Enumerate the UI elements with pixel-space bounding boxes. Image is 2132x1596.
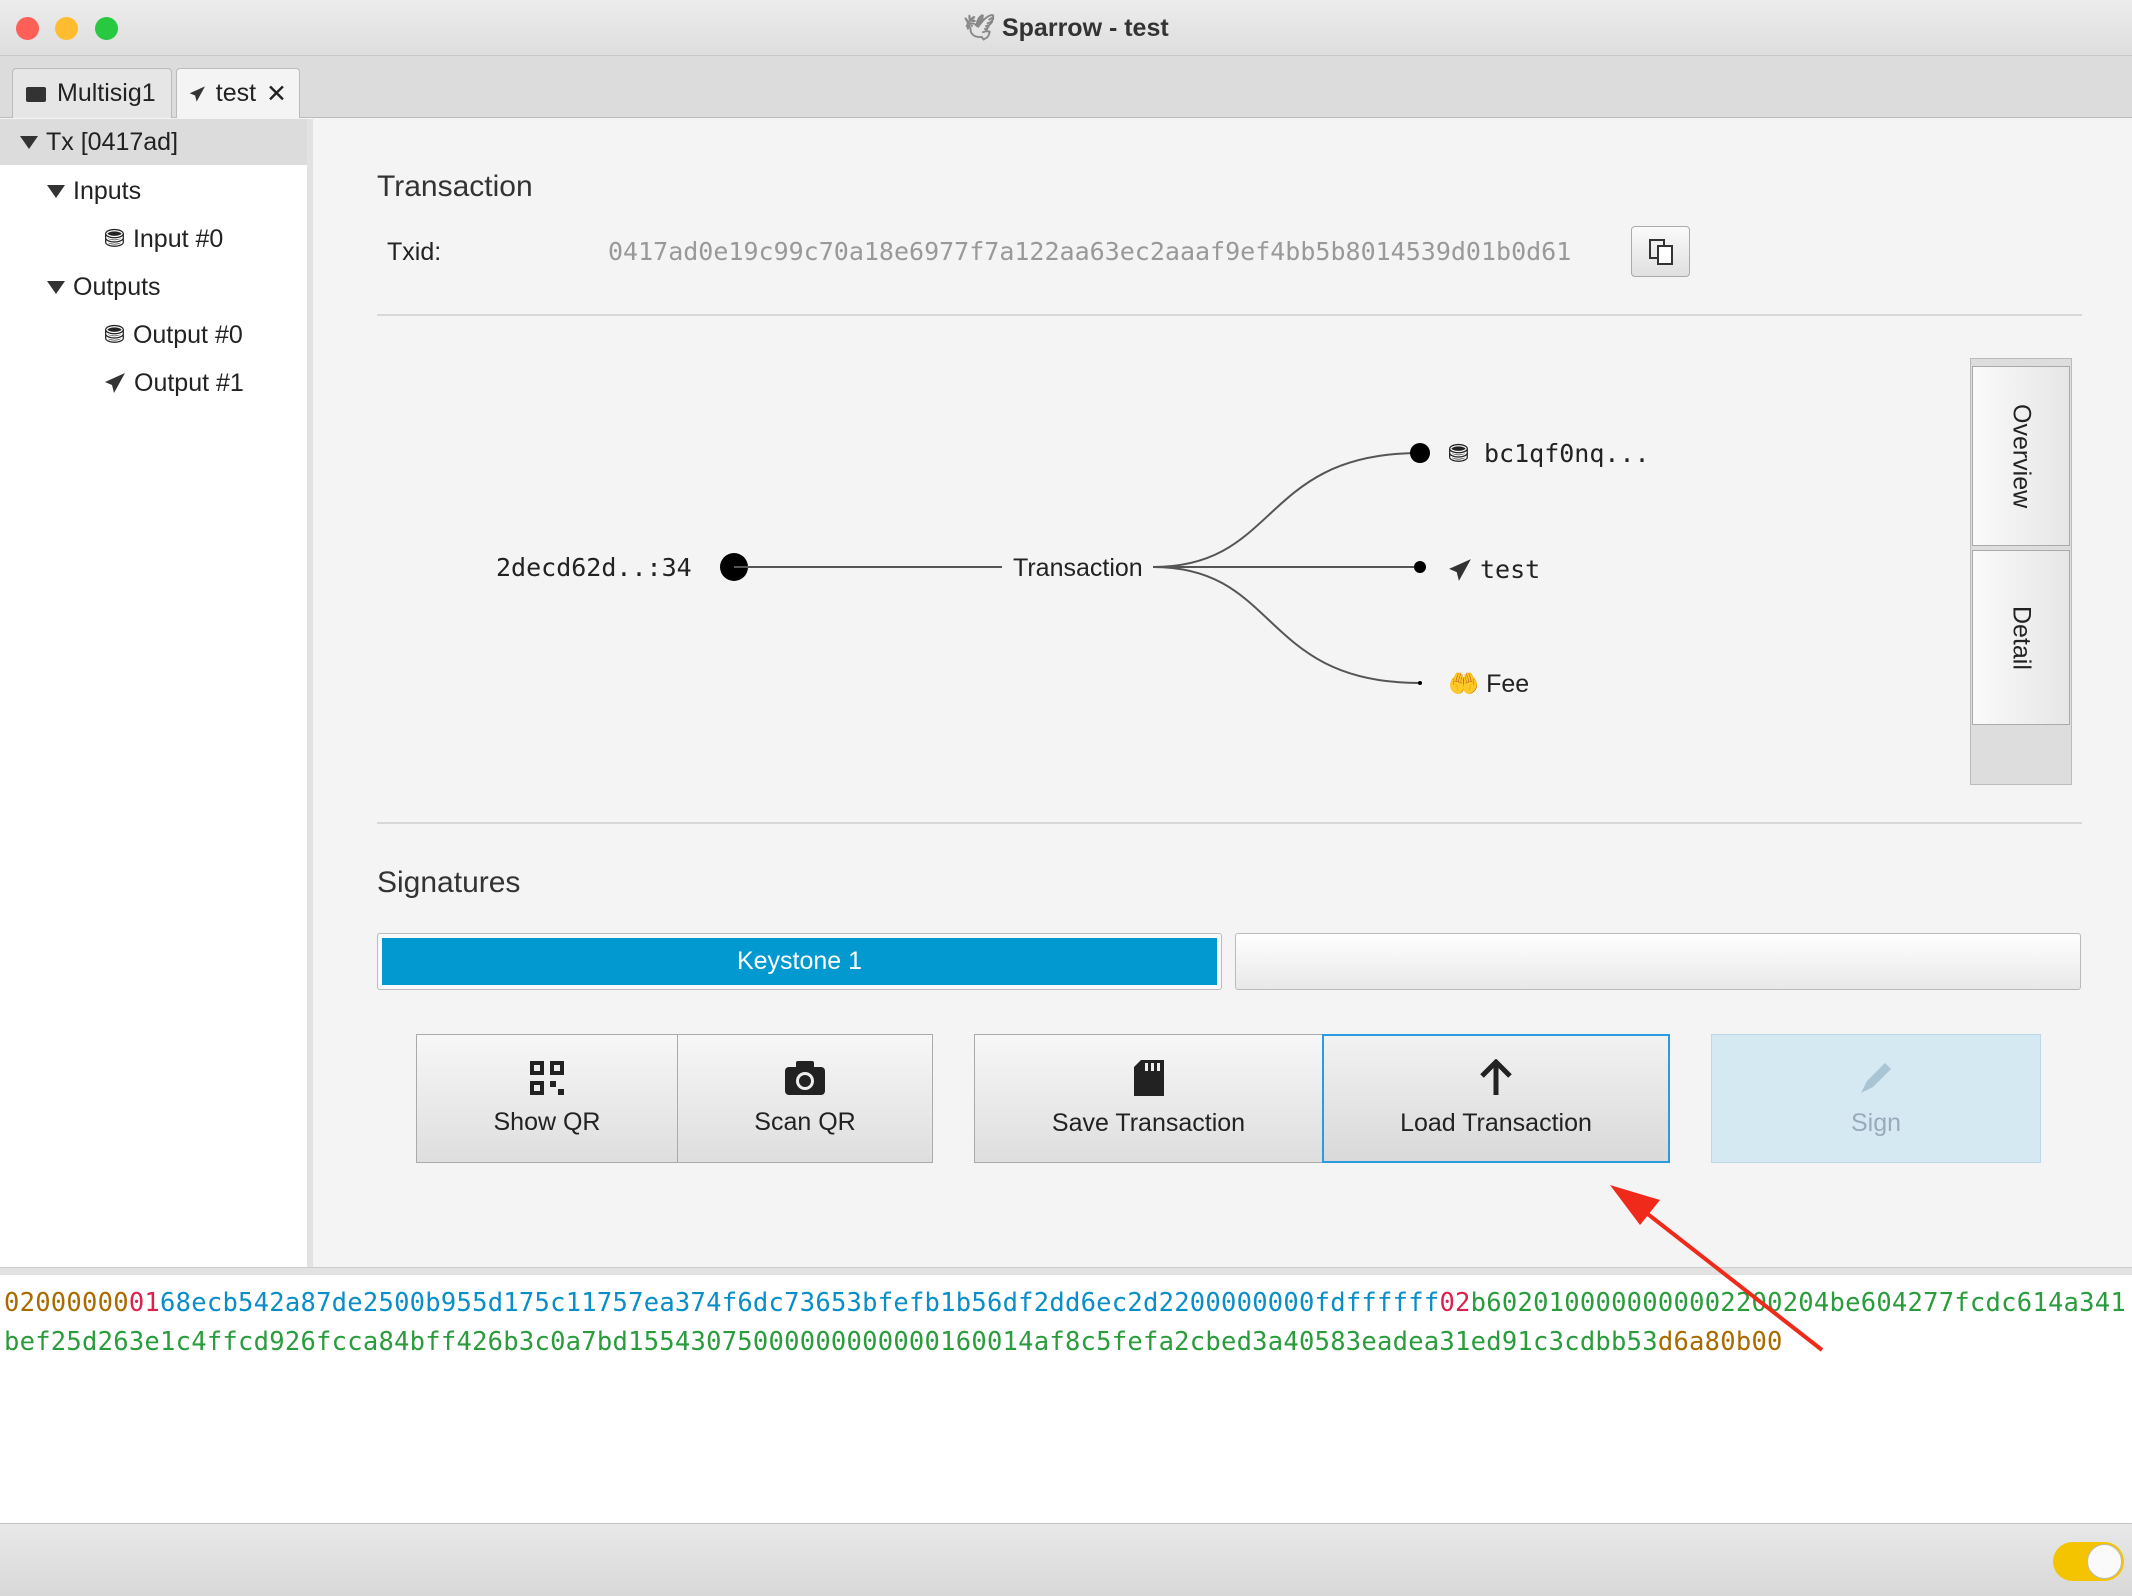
status-bar (0, 1523, 2132, 1596)
red-annotation-arrow (1610, 1185, 1824, 1352)
server-toggle[interactable] (2053, 1542, 2124, 1581)
